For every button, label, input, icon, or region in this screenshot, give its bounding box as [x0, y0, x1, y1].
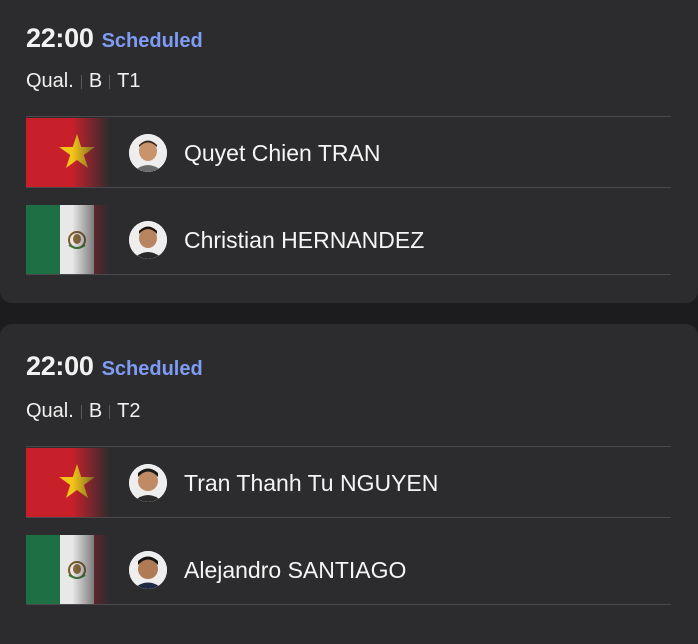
divider — [26, 187, 671, 188]
player-row[interactable]: Christian HERNANDEZ — [26, 205, 671, 275]
match-status: Scheduled — [101, 358, 203, 380]
match-card[interactable]: 22:00 Scheduled Qual. B T2 Tran Thanh Tu… — [0, 324, 698, 644]
divider — [26, 116, 671, 117]
separator — [109, 404, 111, 419]
player-name: Quyet Chien TRAN — [184, 140, 381, 166]
avatar — [129, 464, 167, 502]
vietnam-flag — [26, 118, 110, 188]
avatar — [129, 551, 167, 589]
match-table: T2 — [117, 400, 141, 422]
match-round: Qual. — [26, 70, 74, 92]
vietnam-flag — [26, 448, 110, 518]
player-name: Christian HERNANDEZ — [184, 227, 425, 253]
match-group: B — [88, 70, 103, 92]
player-row[interactable]: Alejandro SANTIAGO — [26, 535, 671, 605]
divider — [26, 604, 671, 605]
mexico-flag — [26, 205, 110, 275]
divider — [26, 274, 671, 275]
mexico-flag — [26, 535, 110, 605]
match-card[interactable]: 22:00 Scheduled Qual. B T1 Quyet Chien T… — [0, 0, 698, 303]
match-header: 22:00 Scheduled — [26, 23, 203, 55]
match-header: 22:00 Scheduled — [26, 351, 203, 383]
divider — [26, 446, 671, 447]
match-table: T1 — [117, 70, 141, 92]
divider — [26, 517, 671, 518]
player-row[interactable]: Quyet Chien TRAN — [26, 118, 671, 188]
match-time: 22:00 — [26, 23, 94, 53]
player-row[interactable]: Tran Thanh Tu NGUYEN — [26, 448, 671, 518]
match-group: B — [88, 400, 103, 422]
separator — [80, 404, 82, 419]
player-name: Tran Thanh Tu NGUYEN — [184, 470, 439, 496]
separator — [80, 74, 82, 89]
separator — [109, 74, 111, 89]
avatar — [129, 221, 167, 259]
match-time: 22:00 — [26, 351, 94, 381]
player-name: Alejandro SANTIAGO — [184, 557, 407, 583]
match-status: Scheduled — [101, 30, 203, 52]
match-round: Qual. — [26, 400, 74, 422]
match-info: Qual. B T1 — [26, 70, 141, 93]
avatar — [129, 134, 167, 172]
match-info: Qual. B T2 — [26, 400, 141, 423]
